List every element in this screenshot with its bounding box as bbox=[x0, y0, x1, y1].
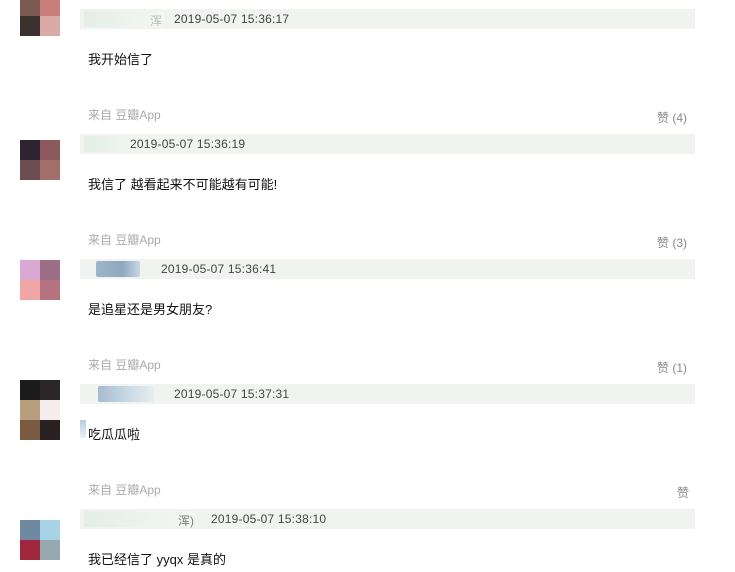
username-blurred[interactable] bbox=[98, 386, 154, 402]
avatar-pixel bbox=[20, 160, 40, 180]
avatar-pixel bbox=[40, 160, 60, 180]
comment-text: 我已经信了 yyqx 是真的 bbox=[88, 552, 226, 567]
comment-meta-bar: 2019-05-07 15:37:31 bbox=[80, 384, 695, 404]
avatar-pixel bbox=[40, 540, 60, 560]
avatar-pixel bbox=[20, 260, 40, 280]
comment-meta-bar: 2019-05-07 15:36:41 bbox=[80, 259, 695, 279]
avatar-pixel bbox=[40, 420, 60, 440]
avatar-pixel bbox=[40, 260, 60, 280]
comment-timestamp: 2019-05-07 15:36:19 bbox=[130, 137, 246, 151]
avatar-pixel bbox=[40, 0, 60, 16]
comment-text: 我信了 越看起来不可能越有可能! bbox=[88, 177, 278, 192]
comment-meta-bar: 浑 2019-05-07 15:36:17 bbox=[80, 9, 695, 29]
avatar-pixel bbox=[20, 280, 40, 300]
comment-source: 来自 豆瓣App bbox=[88, 108, 161, 122]
username-blurred[interactable] bbox=[96, 261, 140, 277]
comment-timestamp: 2019-05-07 15:37:31 bbox=[174, 387, 290, 401]
avatar-pixel bbox=[20, 140, 40, 160]
avatar-pixel bbox=[40, 16, 60, 36]
avatar-pixel bbox=[40, 140, 60, 160]
avatar[interactable] bbox=[20, 520, 60, 560]
comment-meta-bar: 浑) 2019-05-07 15:38:10 bbox=[80, 509, 695, 529]
avatar-pixel bbox=[20, 520, 40, 540]
avatar-pixel bbox=[40, 520, 60, 540]
avatar-pixel bbox=[20, 380, 40, 400]
comment-text: 我开始信了 bbox=[88, 52, 154, 67]
avatar-pixel bbox=[40, 280, 60, 300]
avatar[interactable] bbox=[20, 260, 60, 300]
comment-source: 来自 豆瓣App bbox=[88, 483, 161, 497]
username-blurred[interactable]: 浑) bbox=[84, 511, 194, 528]
like-button[interactable]: 赞 (4) bbox=[657, 109, 687, 126]
comment-meta-bar: 2019-05-07 15:36:19 bbox=[80, 134, 695, 154]
avatar[interactable] bbox=[20, 0, 60, 36]
avatar-pixel bbox=[20, 420, 40, 440]
avatar-pixel bbox=[20, 540, 40, 560]
avatar-pixel bbox=[40, 400, 60, 420]
comment-timestamp: 2019-05-07 15:38:10 bbox=[211, 512, 327, 526]
comment-timestamp: 2019-05-07 15:36:41 bbox=[161, 262, 277, 276]
like-button[interactable]: 赞 bbox=[677, 484, 689, 501]
comment-source: 来自 豆瓣App bbox=[88, 358, 161, 372]
comment-text: 是追星还是男女朋友? bbox=[88, 302, 213, 317]
like-button[interactable]: 赞 (3) bbox=[657, 234, 687, 251]
avatar-pixel bbox=[40, 380, 60, 400]
comment-text: 吃瓜瓜啦 bbox=[88, 427, 141, 442]
comment-timestamp: 2019-05-07 15:36:17 bbox=[174, 12, 290, 26]
username-blurred[interactable]: 浑 bbox=[84, 11, 164, 28]
avatar[interactable] bbox=[20, 140, 60, 180]
username-blurred[interactable] bbox=[84, 136, 134, 152]
avatar[interactable] bbox=[20, 380, 60, 440]
username-fragment: 浑 bbox=[150, 14, 163, 28]
like-button[interactable]: 赞 (1) bbox=[657, 359, 687, 376]
comment-source: 来自 豆瓣App bbox=[88, 233, 161, 247]
username-fragment: 浑) bbox=[178, 514, 194, 528]
quote-marker bbox=[80, 420, 86, 438]
avatar-pixel bbox=[20, 0, 40, 16]
avatar-pixel bbox=[20, 400, 40, 420]
avatar-pixel bbox=[20, 16, 40, 36]
